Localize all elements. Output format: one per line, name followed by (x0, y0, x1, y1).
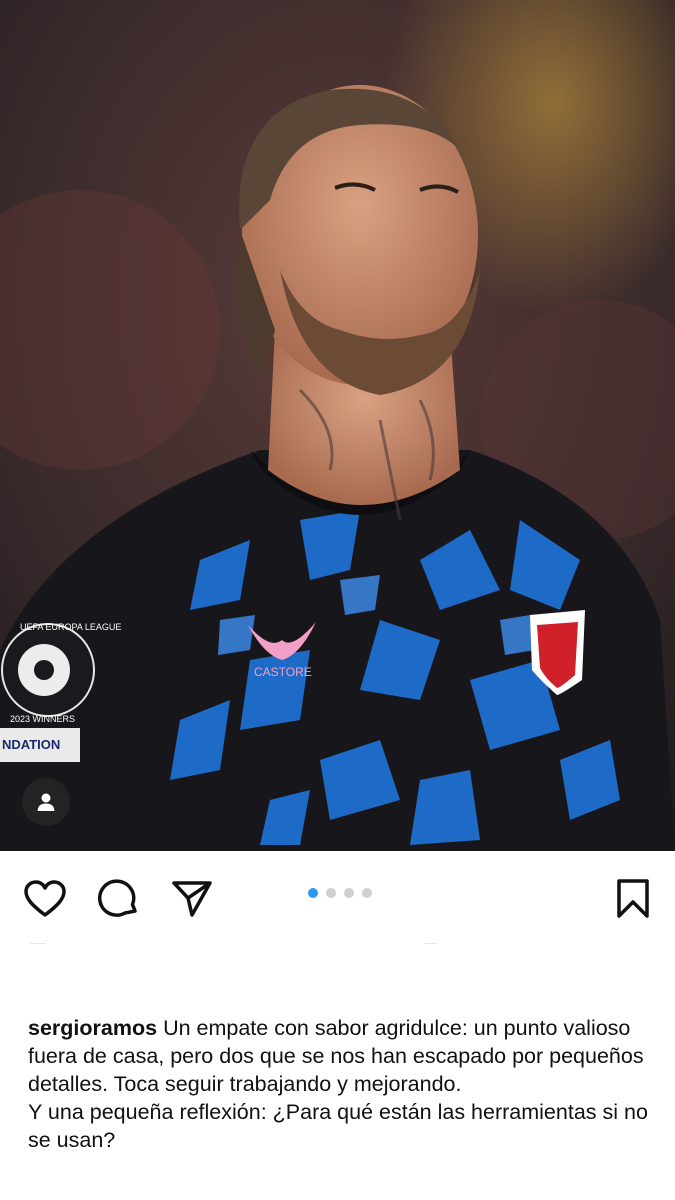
divider (425, 943, 437, 944)
caption-username[interactable]: sergioramos (28, 1016, 157, 1040)
post-caption: sergioramos Un empate con sabor agridulce… (28, 1014, 653, 1154)
jersey-brand-text: CASTORE (254, 665, 312, 679)
sleeve-text: NDATION (2, 737, 60, 752)
carousel-dot (344, 888, 354, 898)
share-button[interactable] (168, 875, 216, 923)
patch-bottom-text: 2023 WINNERS (10, 714, 75, 724)
tagged-people-button[interactable] (22, 778, 70, 826)
comment-button[interactable] (95, 875, 143, 923)
post-photo-illustration: CASTORE UEFA EUROPA LEAGUE 2023 WINNERS … (0, 0, 675, 851)
caption-second-line: Y una pequeña reflexión: ¿Para qué están… (28, 1100, 648, 1152)
carousel-dot (326, 888, 336, 898)
divider (30, 943, 46, 944)
comment-icon (98, 879, 137, 917)
post-action-bar (0, 851, 675, 941)
person-icon (37, 793, 55, 811)
heart-icon (24, 880, 66, 917)
bookmark-icon (617, 879, 649, 918)
paper-plane-icon (172, 881, 212, 917)
carousel-dot (308, 888, 318, 898)
patch-top-text: UEFA EUROPA LEAGUE (20, 622, 121, 632)
save-button[interactable] (609, 875, 657, 923)
carousel-indicator (308, 888, 372, 898)
post-image[interactable]: CASTORE UEFA EUROPA LEAGUE 2023 WINNERS … (0, 0, 675, 851)
caption-main: sergioramos Un empate con sabor agridulce… (28, 1014, 653, 1098)
carousel-dot (362, 888, 372, 898)
like-button[interactable] (21, 875, 69, 923)
